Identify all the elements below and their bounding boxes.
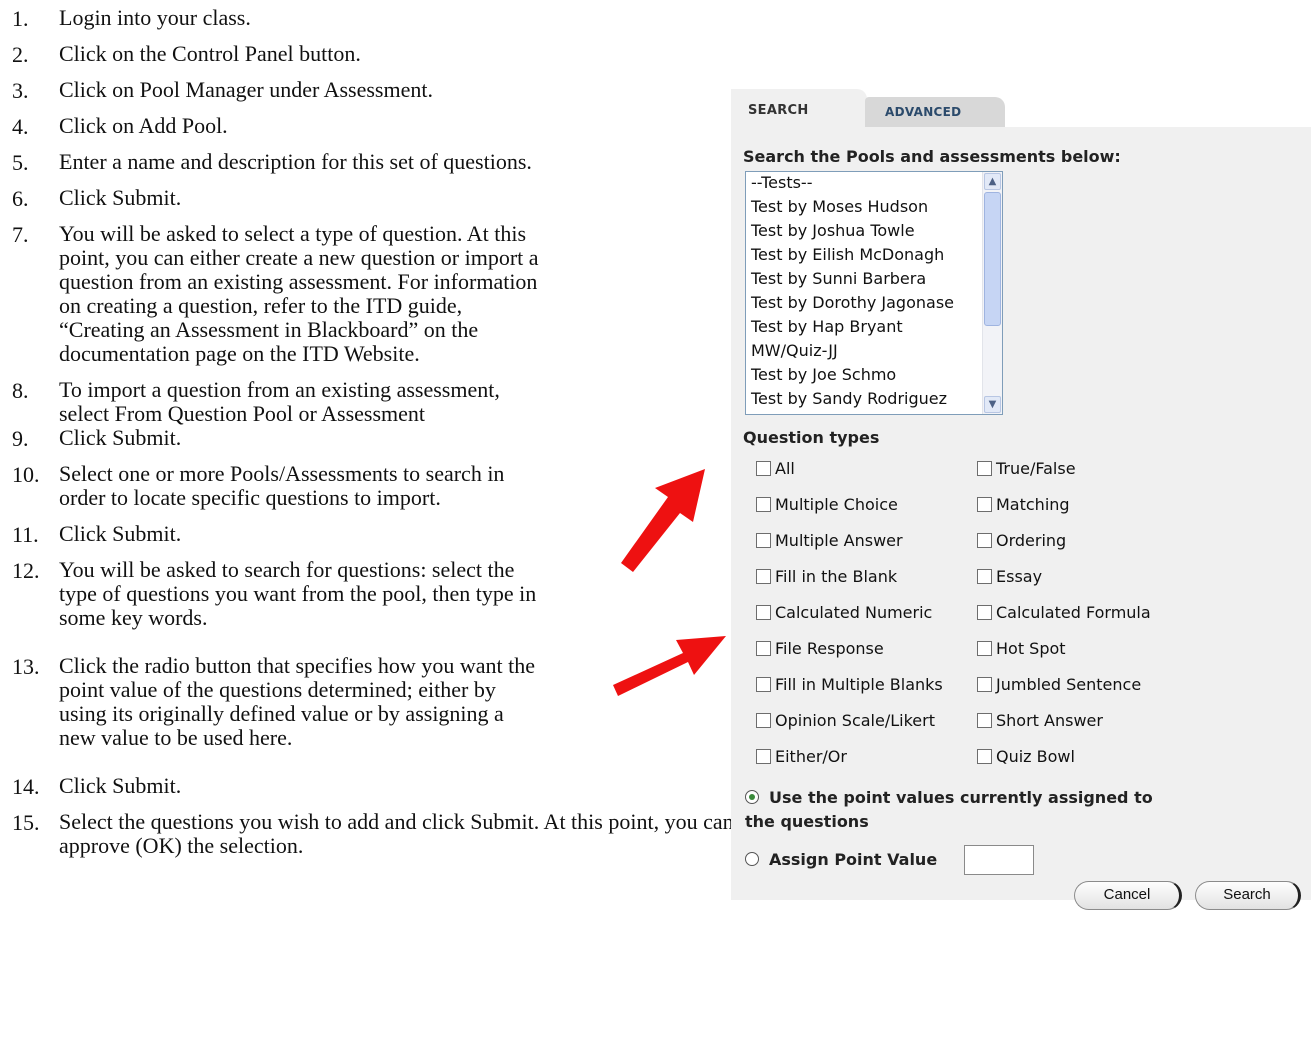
- red-arrow-icon: [613, 636, 726, 696]
- annotation-arrows: [613, 469, 726, 696]
- red-arrow-icon: [621, 469, 705, 572]
